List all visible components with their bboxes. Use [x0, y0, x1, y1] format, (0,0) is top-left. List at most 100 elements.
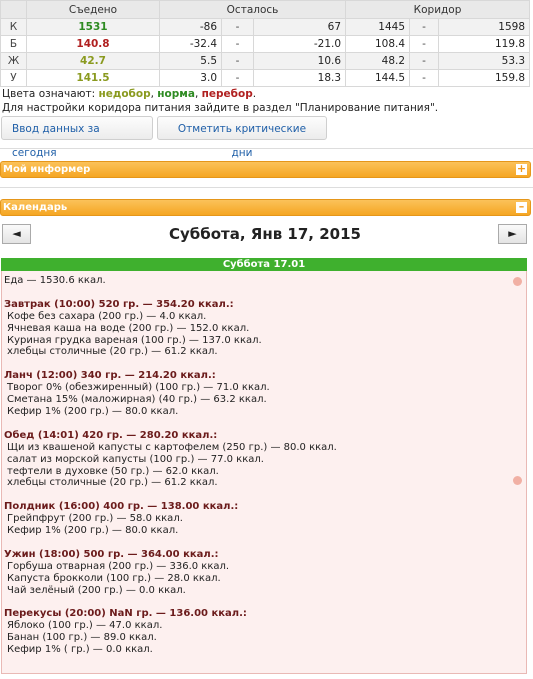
legend-over: перебор — [201, 88, 253, 100]
remaining-max: 10.6 — [252, 52, 347, 70]
eaten-value: 1531 — [26, 18, 160, 36]
table-row: У 141.5 3.0-18.3 144.5-159.8 — [0, 69, 531, 87]
food-item: Кефир 1% (200 гр.) — 80.0 ккал. — [7, 525, 179, 537]
meal-title: Ужин (18:00) 500 гр. — 364.00 ккал.: — [4, 548, 219, 560]
food-item: Банан (100 гр.) — 89.0 ккал. — [7, 632, 157, 644]
food-item: Кефир 1% (200 гр.) — 80.0 ккал. — [7, 405, 179, 417]
food-item: салат из морской капусты (100 гр.) — 77.… — [7, 453, 264, 465]
divider — [0, 148, 533, 149]
divider — [0, 187, 533, 188]
nutrition-table: Съедено Осталось Коридор К 1531 -86-67 1445… — [0, 0, 531, 87]
corridor-hint: Для настройки коридора питания зайдите в… — [2, 102, 439, 114]
meal-title: Перекусы (20:00) NaN гр. — 136.00 ккал.: — [4, 608, 247, 620]
informer-title: Мой информер — [3, 164, 91, 175]
day-header: Суббота 17.01 — [1, 258, 527, 271]
eaten-value: 141.5 — [26, 69, 160, 87]
meal-title: Завтрак (10:00) 520 гр. — 354.20 ккал.: — [4, 298, 234, 310]
remaining-min: -86 — [159, 18, 222, 36]
corridor-max: 159.8 — [438, 69, 531, 87]
food-item: Кефир 1% ( гр.) — 0.0 ккал. — [7, 644, 153, 656]
food-item: Капуста брокколи (100 гр.) — 28.0 ккал. — [7, 572, 221, 584]
remaining-min: 3.0 — [159, 69, 222, 87]
row-letter: У — [0, 69, 27, 87]
row-letter: Б — [0, 35, 27, 53]
collapse-icon[interactable]: – — [516, 201, 527, 213]
informer-panel-header[interactable]: Мой информер + — [0, 161, 531, 178]
food-item: Сметана 15% (маложирная) (40 гр.) — 63.2… — [7, 394, 267, 406]
day-total: Еда — 1530.6 ккал. — [4, 275, 106, 286]
corridor-min: 108.4 — [345, 35, 411, 53]
food-item: Грейпфрут (200 гр.) — 58.0 ккал. — [7, 513, 183, 525]
table-row: Б 140.8 -32.4- -21.0 108.4-119.8 — [0, 35, 531, 53]
row-letter: Ж — [0, 52, 27, 70]
meal-title: Ланч (12:00) 340 гр. — 214.20 ккал.: — [4, 370, 216, 382]
food-item: Горбуша отварная (200 гр.) — 336.0 ккал. — [7, 560, 230, 572]
legend-under: недобор — [98, 88, 151, 100]
remaining-max: 18.3 — [252, 69, 347, 87]
corridor-max: 119.8 — [438, 35, 531, 53]
legend-norm: норма — [157, 88, 195, 100]
row-letter: К — [0, 18, 27, 36]
peach-icon — [513, 476, 522, 485]
enter-today-button[interactable]: Ввод данных за сегодня — [1, 116, 153, 159]
calendar-title: Календарь — [3, 202, 68, 213]
eaten-value: 140.8 — [26, 35, 160, 53]
corridor-min: 144.5 — [345, 69, 411, 87]
table-row: К 1531 -86-67 1445-1598 — [0, 18, 531, 36]
meal-title: Полдник (16:00) 400 гр. — 138.00 ккал.: — [4, 501, 239, 513]
remaining-min: 5.5 — [159, 52, 222, 70]
legend-prefix: Цвета означают: — [2, 88, 99, 100]
prev-day-button[interactable]: ◄ — [2, 224, 31, 244]
critical-days-button[interactable]: Отметить критические дни — [157, 116, 327, 159]
range-dash: - — [409, 52, 440, 70]
table-row: Ж 42.7 5.5-10.6 48.2-53.3 — [0, 52, 531, 70]
range-dash: - — [221, 18, 254, 36]
food-item: Кофе без сахара (200 гр.) — 4.0 ккал. — [7, 310, 207, 322]
range-dash: - — [409, 35, 440, 53]
range-dash: - — [221, 35, 254, 53]
header-letter — [0, 0, 27, 19]
header-eaten: Съедено — [26, 0, 160, 19]
range-dash: - — [221, 69, 254, 87]
calendar-panel-header[interactable]: Календарь – — [0, 199, 531, 216]
remaining-max: 67 — [252, 18, 347, 36]
legend-end: . — [252, 88, 257, 100]
next-day-button[interactable]: ► — [498, 224, 527, 244]
corridor-max: 1598 — [438, 18, 531, 36]
remaining-min: -32.4 — [159, 35, 222, 53]
calendar-date: Суббота, Янв 17, 2015 — [169, 225, 361, 243]
range-dash: - — [409, 18, 440, 36]
eaten-value: 42.7 — [26, 52, 160, 70]
remaining-max: -21.0 — [252, 35, 347, 53]
peach-icon — [513, 277, 522, 286]
food-item: Чай зелёный (200 гр.) — 0.0 ккал. — [7, 584, 186, 596]
legend-sep: , — [194, 88, 202, 100]
food-item: Куриная грудка вареная (100 гр.) — 137.0… — [7, 334, 262, 346]
header-corridor: Коридор — [345, 0, 531, 19]
corridor-max: 53.3 — [438, 52, 531, 70]
food-item: Яблоко (100 гр.) — 47.0 ккал. — [7, 620, 163, 632]
range-dash: - — [221, 52, 254, 70]
table-header-row: Съедено Осталось Коридор — [0, 0, 531, 19]
corridor-min: 48.2 — [345, 52, 411, 70]
food-item: хлебцы столичные (20 гр.) — 61.2 ккал. — [7, 346, 218, 358]
header-remaining: Осталось — [158, 0, 347, 19]
range-dash: - — [409, 69, 440, 87]
expand-icon[interactable]: + — [516, 163, 527, 175]
day-details: Еда — 1530.6 ккал. Завтрак (10:00) 520 г… — [1, 271, 527, 674]
food-item: Творог 0% (обезжиренный) (100 гр.) — 71.… — [7, 382, 270, 394]
corridor-min: 1445 — [345, 18, 411, 36]
day-food-list: Еда — 1530.6 ккал. Завтрак (10:00) 520 г… — [4, 275, 337, 656]
meal-title: Обед (14:01) 420 гр. — 280.20 ккал.: — [4, 429, 218, 441]
color-legend: Цвета означают: недобор, норма, перебор. — [2, 88, 256, 100]
food-item: Щи из квашеной капусты с картофелем (250… — [7, 441, 337, 453]
food-item: Ячневая каша на воде (200 гр.) — 152.0 к… — [7, 322, 250, 334]
food-item: хлебцы столичные (20 гр.) — 61.2 ккал. — [7, 477, 218, 489]
food-item: тефтели в духовке (50 гр.) — 62.0 ккал. — [7, 465, 219, 477]
